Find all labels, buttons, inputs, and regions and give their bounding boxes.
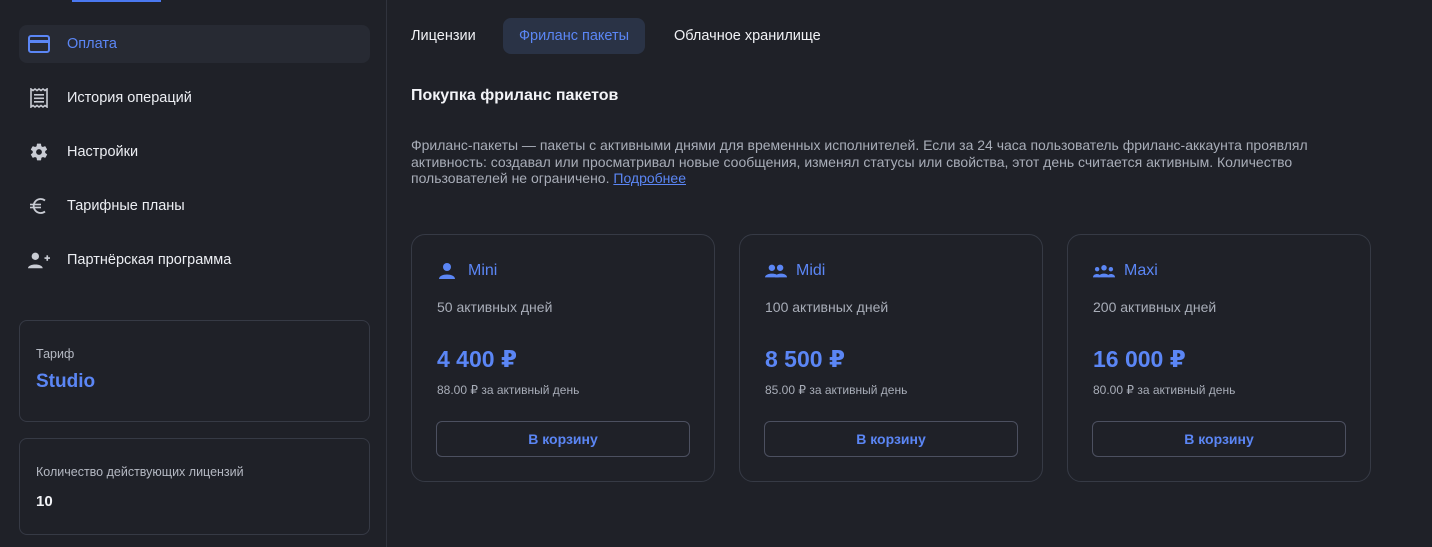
- sidebar-item-partners[interactable]: Партнёрская программа: [19, 241, 370, 279]
- credit-card-icon: [28, 33, 50, 55]
- sidebar-item-settings[interactable]: Настройки: [19, 133, 370, 171]
- package-days: 200 активных дней: [1093, 299, 1217, 315]
- package-header: Midi: [765, 261, 825, 281]
- sidebar-item-label: Партнёрская программа: [67, 252, 232, 268]
- people-icon: [765, 261, 787, 281]
- sidebar-item-label: Тарифные планы: [67, 198, 185, 214]
- package-card-mini: Mini 50 активных дней 4 400 ₽ 88.00 ₽ за…: [411, 234, 715, 482]
- euro-icon: [28, 195, 50, 217]
- tab-freelance-packages[interactable]: Фриланс пакеты: [503, 18, 646, 54]
- tab-cloud-storage[interactable]: Облачное хранилище: [674, 18, 821, 54]
- package-price: 4 400 ₽: [437, 346, 517, 372]
- sidebar-item-label: История операций: [67, 90, 192, 106]
- licenses-card: Количество действующих лицензий 10: [19, 438, 370, 535]
- main-content: Лицензии Фриланс пакеты Облачное хранили…: [388, 0, 1432, 547]
- package-name: Midi: [796, 262, 826, 279]
- package-price: 8 500 ₽: [765, 346, 845, 372]
- sidebar: Оплата История операций Настройки Тарифн…: [0, 0, 387, 547]
- sidebar-item-label: Настройки: [67, 144, 139, 160]
- add-user-icon: [28, 249, 50, 271]
- package-name: Mini: [468, 262, 498, 279]
- section-title: Покупка фриланс пакетов: [411, 87, 619, 104]
- add-to-cart-button-mini[interactable]: В корзину: [436, 421, 690, 457]
- gear-icon: [28, 141, 50, 163]
- more-link[interactable]: Подробнее: [613, 170, 686, 186]
- package-name: Maxi: [1124, 262, 1158, 279]
- licenses-caption: Количество действующих лицензий: [36, 465, 244, 479]
- package-card-midi: Midi 100 активных дней 8 500 ₽ 85.00 ₽ з…: [739, 234, 1043, 482]
- plan-value: Studio: [36, 371, 96, 392]
- plan-card: Тариф Studio: [19, 320, 370, 422]
- person-icon: [437, 261, 459, 281]
- plan-caption: Тариф: [36, 347, 75, 361]
- package-days: 100 активных дней: [765, 299, 889, 315]
- package-header: Mini: [437, 261, 497, 281]
- section-description: Фриланс-пакеты — пакеты с активными дням…: [411, 137, 1361, 187]
- add-to-cart-button-midi[interactable]: В корзину: [764, 421, 1018, 457]
- group-icon: [1093, 261, 1115, 281]
- add-to-cart-button-maxi[interactable]: В корзину: [1092, 421, 1346, 457]
- licenses-count: 10: [36, 493, 53, 510]
- package-card-maxi: Maxi 200 активных дней 16 000 ₽ 80.00 ₽ …: [1067, 234, 1371, 482]
- package-price-per-day: 85.00 ₽ за активный день: [765, 383, 908, 397]
- tab-licenses[interactable]: Лицензии: [411, 18, 476, 54]
- sidebar-item-tariffs[interactable]: Тарифные планы: [19, 187, 370, 225]
- sidebar-item-history[interactable]: История операций: [19, 79, 370, 117]
- receipt-icon: [28, 87, 50, 109]
- app-window: Оплата История операций Настройки Тарифн…: [0, 0, 1432, 547]
- sidebar-item-label: Оплата: [67, 36, 117, 52]
- package-price: 16 000 ₽: [1093, 346, 1186, 372]
- package-days: 50 активных дней: [437, 299, 553, 315]
- package-price-per-day: 88.00 ₽ за активный день: [437, 383, 580, 397]
- package-header: Maxi: [1093, 261, 1158, 281]
- package-price-per-day: 80.00 ₽ за активный день: [1093, 383, 1236, 397]
- description-text: Фриланс-пакеты — пакеты с активными дням…: [411, 137, 1308, 186]
- sidebar-item-payment[interactable]: Оплата: [19, 25, 370, 63]
